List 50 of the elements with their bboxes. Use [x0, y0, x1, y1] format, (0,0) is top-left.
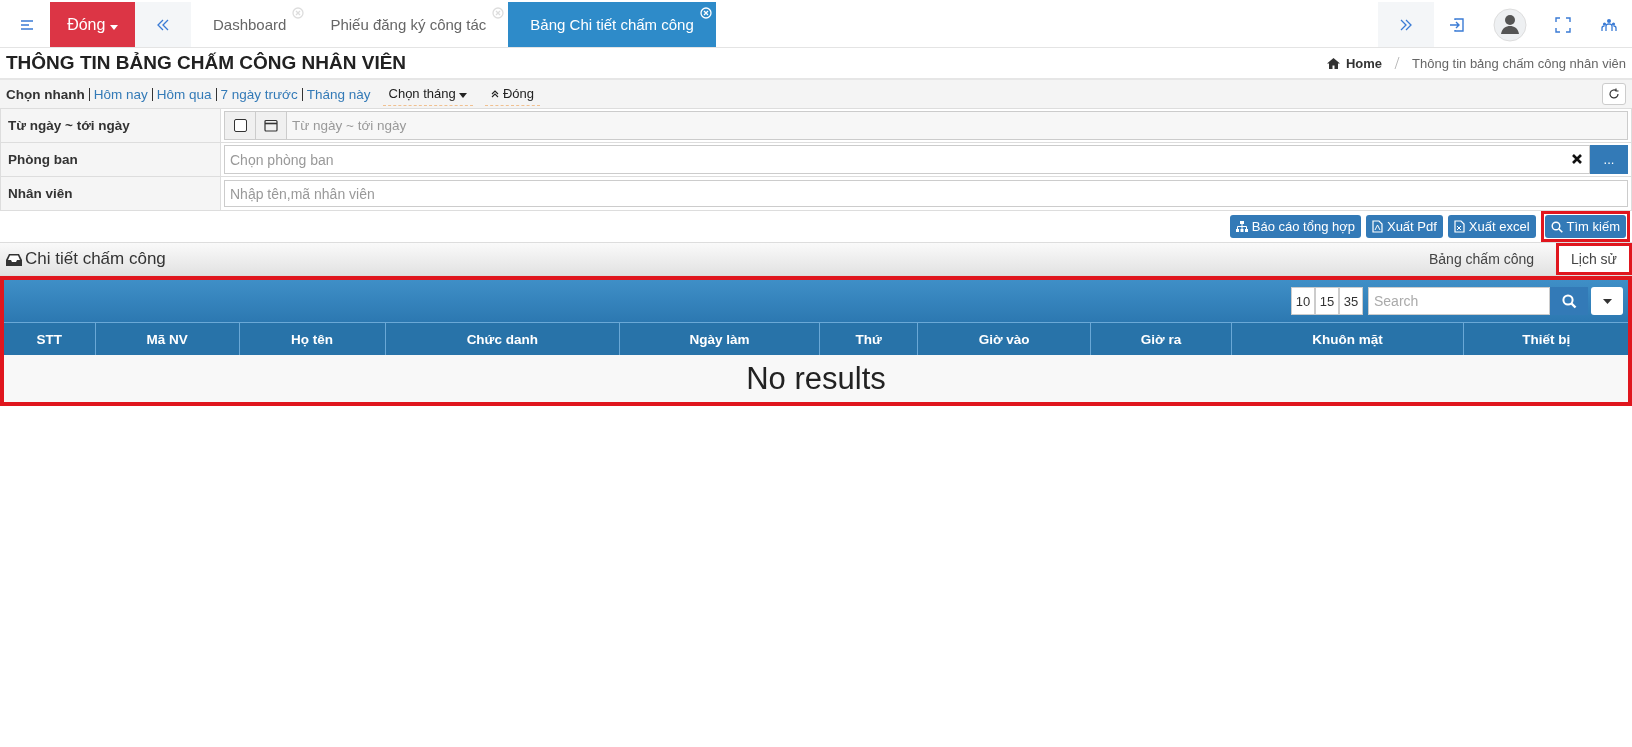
pdf-file-icon [1371, 220, 1383, 233]
clear-icon[interactable] [1571, 153, 1583, 165]
sitemap-icon [1235, 220, 1248, 233]
collapse-button[interactable]: Đóng [485, 82, 541, 106]
caret-icon [459, 93, 468, 98]
action-button[interactable]: Xuất Pdf [1365, 215, 1443, 238]
refresh-button[interactable] [1602, 83, 1626, 105]
excel-file-icon [1453, 220, 1465, 233]
action-button[interactable]: Báo cáo tổng hợp [1229, 215, 1361, 238]
close-button[interactable]: Đóng [50, 2, 135, 47]
section-title: Chi tiết chấm công [25, 249, 166, 269]
chevron-up-icon [491, 90, 500, 98]
caret-icon [109, 24, 118, 30]
page-tab[interactable]: Dashboard [191, 2, 309, 47]
action-button[interactable]: Xuất excel [1447, 215, 1536, 238]
search-icon [1550, 220, 1563, 233]
search-field[interactable]: Search [1368, 287, 1550, 315]
department-field[interactable]: Chọn phòng ban [224, 145, 1590, 174]
page-tab[interactable]: Bảng Chi tiết chấm công [508, 2, 716, 47]
home-icon [1326, 57, 1340, 69]
action-button[interactable]: Tìm kiếm [1544, 215, 1626, 238]
breadcrumb-separator [1394, 57, 1401, 69]
page-size-button[interactable]: 10 [1291, 287, 1315, 315]
quick-select-link[interactable]: Tháng này [306, 86, 371, 102]
page-size-button[interactable]: 35 [1339, 287, 1363, 315]
search-icon [1561, 293, 1577, 309]
picker-button[interactable]: ... [1590, 145, 1628, 174]
page-tab[interactable]: Phiếu đăng ký công tác [308, 2, 509, 47]
page-title: THÔNG TIN BẢNG CHẤM CÔNG NHÂN VIÊN [6, 52, 407, 74]
columns-dropdown-button[interactable] [1591, 287, 1623, 315]
quick-select-link[interactable]: Hôm qua [156, 86, 212, 102]
column-header: Thiết bị [1521, 330, 1572, 349]
field-label: Nhân viên [1, 177, 221, 210]
breadcrumb-link[interactable]: Home [1345, 55, 1383, 71]
caret-icon [1602, 298, 1612, 304]
field-label: Từ ngày ~ tới ngày [1, 109, 221, 142]
view-tab[interactable]: Lịch sử [1556, 243, 1632, 275]
inbox-icon [6, 252, 22, 266]
field-label: Phòng ban [1, 143, 221, 176]
breadcrumb-current: Thông tin bảng chấm công nhân viên [1412, 55, 1626, 71]
refresh-icon [1608, 88, 1620, 100]
quick-select-label: Chọn nhanh [6, 86, 85, 102]
quick-select-link[interactable]: 7 ngày trước [220, 86, 298, 102]
view-tab[interactable]: Bảng chấm công [1406, 243, 1557, 275]
month-dropdown[interactable]: Chọn tháng [382, 82, 474, 106]
search-button[interactable] [1550, 287, 1588, 315]
quick-select-link[interactable]: Hôm nay [93, 86, 148, 102]
page-size-button[interactable]: 15 [1315, 287, 1339, 315]
empty-message: No results [746, 360, 886, 397]
employee-field[interactable]: Nhập tên,mã nhân viên [224, 180, 1628, 207]
